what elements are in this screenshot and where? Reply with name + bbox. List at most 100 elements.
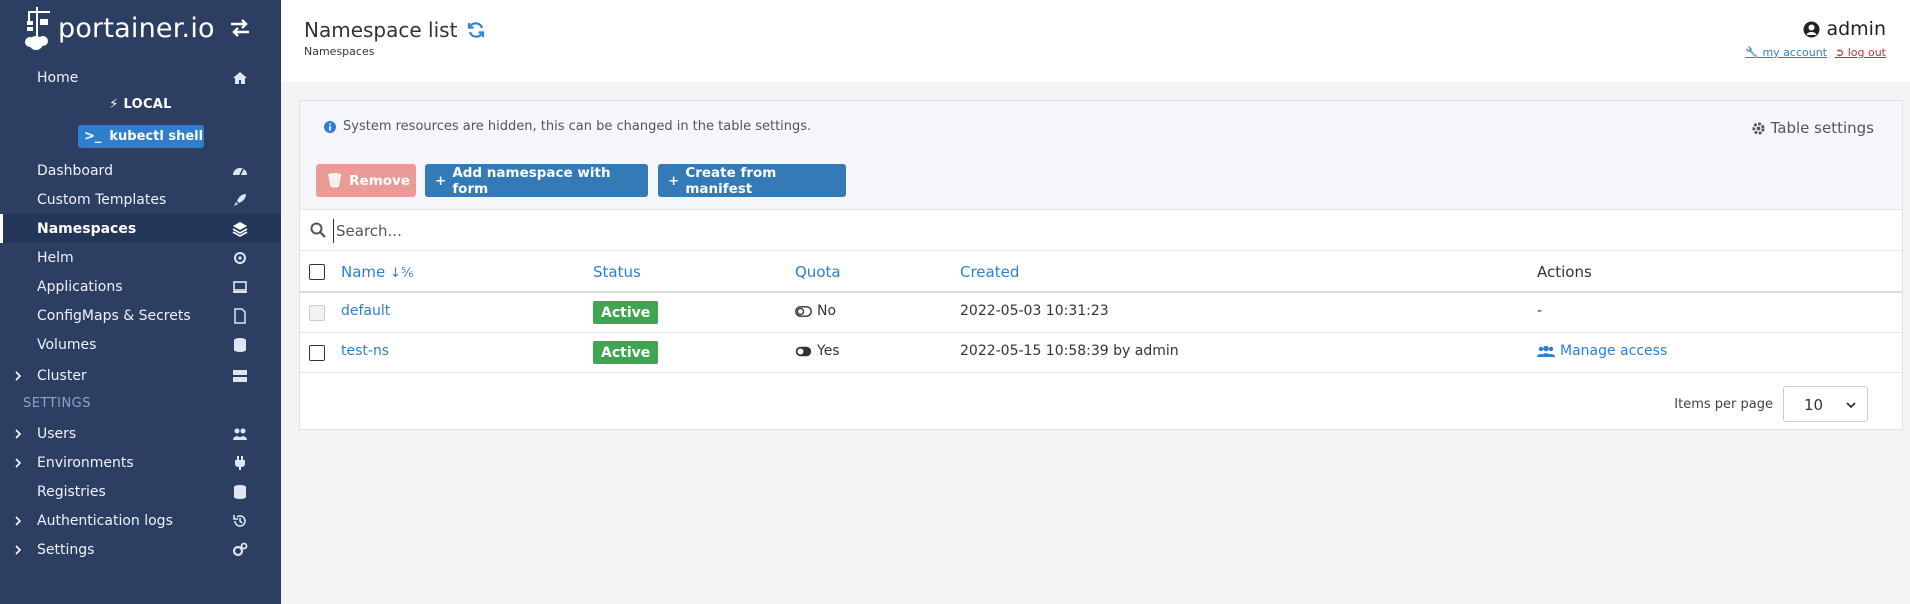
user-circle-icon	[1803, 21, 1820, 37]
sidebar-item-label: Authentication logs	[37, 512, 173, 529]
quota-cell: No	[795, 303, 836, 319]
sidebar-toggle-icon[interactable]	[229, 19, 251, 37]
select-all-checkbox[interactable]	[309, 264, 325, 280]
namespace-panel: System resources are hidden, this can be…	[299, 100, 1903, 430]
row-checkbox[interactable]	[309, 345, 325, 361]
info-message: System resources are hidden, this can be…	[324, 119, 811, 134]
column-header-name[interactable]: Name ↓⅚	[341, 263, 414, 281]
sidebar-item-label: Helm	[37, 249, 74, 266]
toggle-off-icon	[795, 305, 812, 317]
table-settings-button[interactable]: Table settings	[1751, 119, 1874, 137]
chevron-right-icon	[15, 457, 22, 468]
sidebar-item-label: Applications	[37, 278, 123, 295]
helm-icon	[234, 251, 246, 264]
sidebar-item-volumes[interactable]: Volumes	[0, 330, 281, 359]
plug-icon	[235, 455, 245, 470]
remove-button[interactable]: 🗑 Remove	[316, 164, 416, 197]
chevron-right-icon	[15, 370, 22, 381]
sidebar-item-environments[interactable]: Environments	[0, 448, 281, 477]
toolbar: 🗑 Remove + Add namespace with form + Cre…	[300, 157, 1902, 209]
cogs-icon	[232, 542, 248, 556]
sidebar-item-label: Environments	[37, 454, 134, 471]
sidebar-item-home[interactable]: Home	[0, 63, 281, 92]
search-icon	[310, 222, 326, 238]
sidebar-item-settings[interactable]: Settings	[0, 535, 281, 564]
layers-icon	[232, 221, 248, 237]
search-bar	[300, 209, 1902, 251]
page-title: Namespace list	[304, 18, 485, 42]
sidebar-item-label: Settings	[37, 541, 95, 558]
created-cell: 2022-05-03 10:31:23	[960, 303, 1109, 319]
file-code-icon	[234, 307, 246, 324]
table-row: default Active No 2022-05-03 10:31:23 -	[300, 293, 1902, 333]
plug-icon: ⚡	[109, 97, 119, 112]
column-header-status[interactable]: Status	[593, 263, 641, 281]
sidebar-item-users[interactable]: Users	[0, 419, 281, 448]
chevron-right-icon	[15, 428, 22, 439]
username: admin	[1826, 18, 1886, 40]
pagination-controls: Items per page 10	[1674, 386, 1868, 422]
sidebar-item-label: ConfigMaps & Secrets	[37, 307, 191, 324]
plus-icon: +	[668, 172, 680, 189]
sidebar-item-registries[interactable]: Registries	[0, 477, 281, 506]
laptop-icon	[233, 280, 247, 293]
sign-out-icon: ➲	[1835, 46, 1845, 59]
trash-icon: 🗑	[326, 172, 344, 189]
users-icon	[233, 428, 247, 440]
table-header: Name ↓⅚ Status Quota Created Actions	[300, 251, 1902, 293]
server-icon	[233, 369, 247, 382]
sidebar-item-applications[interactable]: Applications	[0, 272, 281, 301]
items-per-page-label: Items per page	[1674, 396, 1773, 412]
sidebar-item-label: Namespaces	[37, 220, 137, 237]
terminal-icon: >_	[84, 129, 102, 144]
breadcrumb: Namespaces	[304, 45, 375, 58]
plus-icon: +	[435, 172, 447, 189]
sidebar-item-label: Users	[37, 425, 77, 442]
sidebar-item-label: Registries	[37, 483, 106, 500]
sidebar-item-label: Cluster	[37, 367, 87, 384]
users-icon	[1537, 345, 1555, 357]
column-header-quota[interactable]: Quota	[795, 263, 841, 281]
create-from-manifest-button[interactable]: + Create from manifest	[658, 164, 846, 197]
info-bar: System resources are hidden, this can be…	[300, 101, 1902, 157]
sort-alpha-asc-icon: ↓⅚	[390, 266, 414, 281]
info-circle-icon	[324, 120, 336, 133]
search-input[interactable]	[333, 219, 1873, 243]
add-namespace-button[interactable]: + Add namespace with form	[425, 164, 648, 197]
row-checkbox[interactable]	[309, 305, 325, 321]
items-per-page-select[interactable]: 10	[1783, 386, 1868, 422]
namespace-name-link[interactable]: test-ns	[341, 343, 389, 359]
user-menu: admin	[1803, 18, 1886, 40]
environment-title: ⚡ LOCAL	[109, 97, 172, 112]
settings-section-title: SETTINGS	[23, 396, 92, 411]
sidebar-item-label: Custom Templates	[37, 191, 167, 208]
database-icon	[234, 337, 246, 352]
account-links: 🔧 my account ➲ log out	[1745, 46, 1886, 59]
toggle-on-icon	[795, 346, 812, 356]
sidebar-item-cluster[interactable]: Cluster	[0, 361, 281, 390]
sidebar: portainer.io Home ⚡ LOCAL >_ kubectl she…	[0, 0, 281, 604]
portainer-logo[interactable]: portainer.io	[24, 4, 215, 52]
sidebar-item-authentication-logs[interactable]: Authentication logs	[0, 506, 281, 535]
chevron-right-icon	[15, 544, 22, 555]
column-header-actions: Actions	[1537, 263, 1592, 281]
logo-text: portainer.io	[58, 12, 215, 44]
history-icon	[233, 514, 246, 527]
namespace-name-link[interactable]: default	[341, 303, 390, 319]
top-header: Namespace list Namespaces admin 🔧 my acc…	[281, 0, 1910, 82]
wrench-icon: 🔧	[1745, 46, 1759, 59]
my-account-link[interactable]: 🔧 my account	[1745, 46, 1827, 59]
refresh-icon[interactable]	[467, 21, 485, 39]
quota-cell: Yes	[795, 343, 840, 359]
column-header-created[interactable]: Created	[960, 263, 1019, 281]
logout-link[interactable]: ➲ log out	[1835, 46, 1886, 59]
status-badge: Active	[593, 341, 659, 364]
sidebar-item-dashboard[interactable]: Dashboard	[0, 156, 281, 185]
rocket-icon	[234, 193, 246, 206]
sidebar-item-configmaps[interactable]: ConfigMaps & Secrets	[0, 301, 281, 330]
sidebar-item-helm[interactable]: Helm	[0, 243, 281, 272]
sidebar-item-namespaces[interactable]: Namespaces	[0, 214, 281, 243]
kubectl-shell-button[interactable]: >_ kubectl shell	[78, 125, 204, 148]
manage-access-link[interactable]: Manage access	[1537, 343, 1667, 359]
sidebar-item-custom-templates[interactable]: Custom Templates	[0, 185, 281, 214]
